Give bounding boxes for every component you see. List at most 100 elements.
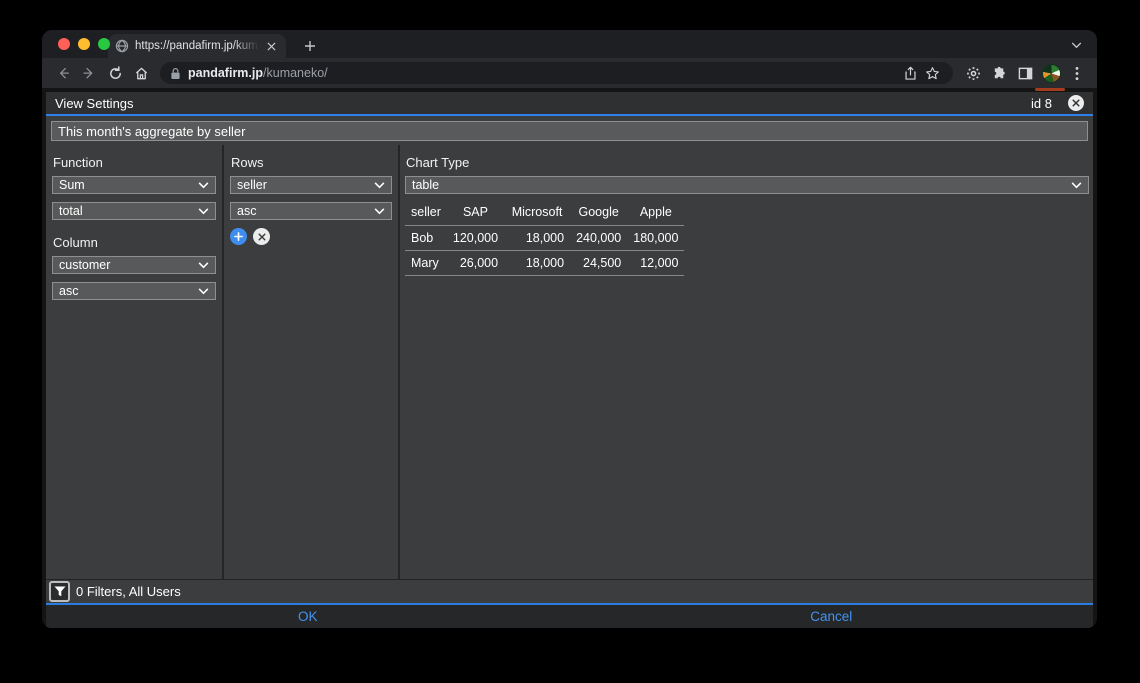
- maximize-window-button[interactable]: [98, 38, 110, 50]
- filter-summary: 0 Filters, All Users: [76, 584, 181, 599]
- remove-row-button[interactable]: [253, 228, 270, 245]
- dialog-close-button[interactable]: [1068, 95, 1084, 111]
- traffic-lights: [58, 38, 110, 50]
- function-select[interactable]: Sum: [52, 176, 216, 194]
- chevron-down-icon: [198, 208, 209, 215]
- column-label: Column: [53, 235, 216, 250]
- chevron-down-icon: [1071, 182, 1082, 189]
- tab-strip: https://pandafirm.jp/kumaneko: [42, 30, 1097, 58]
- table-cell: Mary: [405, 251, 447, 276]
- chevron-down-icon: [374, 208, 385, 215]
- rows-select-value: seller: [237, 178, 267, 192]
- rows-order-select[interactable]: asc: [230, 202, 392, 220]
- accent-bar: [1035, 88, 1065, 91]
- column-select[interactable]: customer: [52, 256, 216, 274]
- table-cell: 24,500: [570, 251, 627, 276]
- bookmark-star-icon[interactable]: [921, 62, 943, 84]
- column-order-select-value: asc: [59, 284, 78, 298]
- table-cell: 120,000: [447, 226, 504, 251]
- rows-select[interactable]: seller: [230, 176, 392, 194]
- table-header-cell: Apple: [627, 202, 684, 226]
- table-header-cell: Google: [570, 202, 627, 226]
- chevron-down-icon: [198, 182, 209, 189]
- table-header-cell: Microsoft: [504, 202, 570, 226]
- back-button[interactable]: [50, 60, 76, 86]
- profile-avatar[interactable]: [1039, 61, 1063, 85]
- rows-order-select-value: asc: [237, 204, 256, 218]
- tab-close-icon[interactable]: [263, 38, 279, 54]
- function-panel: Function Sum total Column customer: [46, 145, 224, 579]
- settings-gear-icon[interactable]: [961, 61, 985, 85]
- chevron-down-icon: [374, 182, 385, 189]
- table-cell: 12,000: [627, 251, 684, 276]
- chevron-down-icon: [198, 288, 209, 295]
- dialog-footer: OK Cancel: [46, 603, 1093, 628]
- filter-row: 0 Filters, All Users: [46, 579, 1093, 603]
- minimize-window-button[interactable]: [78, 38, 90, 50]
- plus-icon: [234, 232, 243, 241]
- view-settings-dialog: View Settings id 8 Function Sum: [46, 92, 1093, 628]
- tab-title: https://pandafirm.jp/kumaneko: [135, 40, 259, 52]
- close-window-button[interactable]: [58, 38, 70, 50]
- globe-favicon-icon: [115, 39, 129, 53]
- filter-button[interactable]: [49, 581, 70, 602]
- tab-search-chevron-icon[interactable]: [1069, 38, 1083, 52]
- side-panel-icon[interactable]: [1013, 61, 1037, 85]
- record-id-label: id 8: [1031, 96, 1052, 111]
- table-cell: 240,000: [570, 226, 627, 251]
- dialog-header: View Settings id 8: [46, 92, 1093, 116]
- column-select-value: customer: [59, 258, 110, 272]
- table-cell: 180,000: [627, 226, 684, 251]
- page-content: View Settings id 8 Function Sum: [42, 88, 1097, 628]
- home-button[interactable]: [128, 60, 154, 86]
- table-row: Mary26,00018,00024,50012,000: [405, 251, 684, 276]
- result-table-head-row: sellerSAPMicrosoftGoogleApple: [405, 202, 684, 226]
- view-name-input[interactable]: [51, 121, 1088, 141]
- lock-icon: [170, 67, 181, 80]
- url-domain: pandafirm.jp: [188, 66, 263, 80]
- chart-type-select-value: table: [412, 178, 439, 192]
- table-cell: 18,000: [504, 251, 570, 276]
- table-cell: 26,000: [447, 251, 504, 276]
- url-text: pandafirm.jp/kumaneko/: [188, 66, 328, 80]
- function-select-value: Sum: [59, 178, 85, 192]
- url-path: /kumaneko/: [263, 66, 328, 80]
- rows-panel: Rows seller asc: [224, 145, 400, 579]
- share-icon[interactable]: [899, 62, 921, 84]
- chevron-down-icon: [198, 262, 209, 269]
- chart-type-label: Chart Type: [406, 155, 1089, 170]
- column-order-select[interactable]: asc: [52, 282, 216, 300]
- rows-label: Rows: [231, 155, 392, 170]
- new-tab-button[interactable]: [298, 34, 322, 58]
- browser-window: https://pandafirm.jp/kumaneko pa: [42, 30, 1097, 628]
- table-cell: 18,000: [504, 226, 570, 251]
- browser-toolbar: pandafirm.jp/kumaneko/: [42, 58, 1097, 88]
- result-table: sellerSAPMicrosoftGoogleApple Bob120,000…: [405, 202, 684, 276]
- menu-dots-icon[interactable]: [1065, 61, 1089, 85]
- chart-panel: Chart Type table sellerSAPMicrosoftGoogl…: [400, 145, 1093, 579]
- extensions-puzzle-icon[interactable]: [987, 61, 1011, 85]
- result-table-body: Bob120,00018,000240,000180,000Mary26,000…: [405, 226, 684, 276]
- function-field-select-value: total: [59, 204, 83, 218]
- table-cell: Bob: [405, 226, 447, 251]
- add-row-button[interactable]: [230, 228, 247, 245]
- x-icon: [258, 233, 266, 241]
- function-field-select[interactable]: total: [52, 202, 216, 220]
- browser-tab[interactable]: https://pandafirm.jp/kumaneko: [108, 34, 286, 58]
- chart-type-select[interactable]: table: [405, 176, 1089, 194]
- avatar-image: [1042, 64, 1061, 83]
- table-header-cell: seller: [405, 202, 447, 226]
- table-header-cell: SAP: [447, 202, 504, 226]
- dialog-body: Function Sum total Column customer: [46, 145, 1093, 579]
- table-row: Bob120,00018,000240,000180,000: [405, 226, 684, 251]
- cancel-button[interactable]: Cancel: [570, 605, 1094, 628]
- url-bar[interactable]: pandafirm.jp/kumaneko/: [160, 62, 953, 84]
- function-label: Function: [53, 155, 216, 170]
- funnel-icon: [54, 586, 66, 597]
- forward-button[interactable]: [76, 60, 102, 86]
- view-name-row: [46, 116, 1093, 145]
- dialog-title: View Settings: [55, 96, 134, 111]
- row-actions: [230, 228, 392, 245]
- reload-button[interactable]: [102, 60, 128, 86]
- ok-button[interactable]: OK: [46, 605, 570, 628]
